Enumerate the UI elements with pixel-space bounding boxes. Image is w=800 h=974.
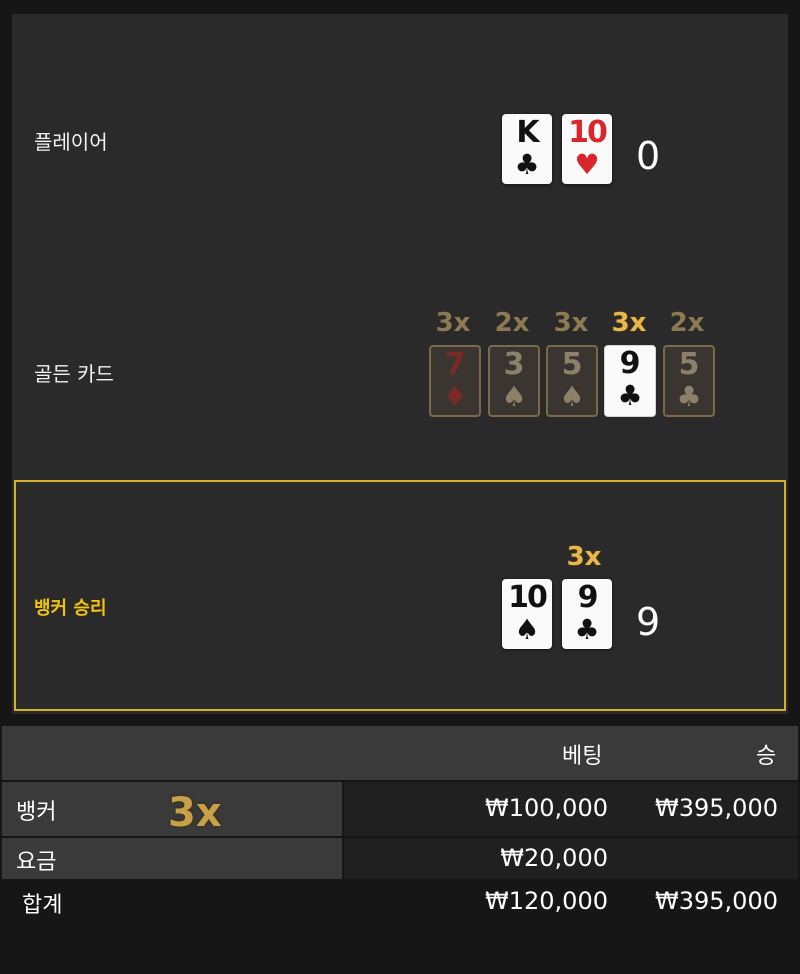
golden-multiplier: 2x: [494, 308, 530, 338]
club-icon: ♣: [514, 148, 540, 181]
table-row: 요금 ₩20,000: [2, 838, 798, 879]
spade-icon: ♠: [501, 380, 527, 413]
total-label: 합계: [22, 893, 63, 918]
card-rank: 5: [678, 347, 700, 382]
heart-icon: ♥: [574, 148, 600, 181]
bet-column-header: 베팅: [562, 744, 603, 769]
table-total-row: 합계 ₩120,000 ₩395,000: [2, 881, 798, 925]
game-result-screen: 플레이어 K ♣ 10 ♥ 0 골든 카드 3x 2x 3x 3x 2x 7 ♦…: [0, 0, 800, 974]
player-card-2: 10 ♥: [562, 114, 612, 184]
banker-win-label: 뱅커 승리: [34, 598, 107, 619]
card-rank: 3: [503, 347, 525, 382]
row-bet: ₩20,000: [500, 844, 608, 872]
player-label: 플레이어: [34, 130, 108, 154]
golden-card-4-active: 9 ♣: [604, 345, 656, 417]
row-label: 요금: [16, 850, 57, 875]
card-rank: K: [516, 115, 539, 150]
golden-cards-label: 골든 카드: [34, 362, 114, 386]
card-rank: 7: [444, 347, 466, 382]
golden-multiplier: 3x: [435, 308, 471, 338]
banker-card-1: 10 ♠: [502, 579, 552, 649]
card-rank: 9: [577, 580, 599, 615]
banker-score: 9: [636, 600, 661, 644]
total-win: ₩395,000: [655, 887, 778, 915]
total-bet: ₩120,000: [485, 887, 608, 915]
banker-multiplier: 3x: [566, 542, 602, 572]
club-icon: ♣: [574, 613, 600, 646]
spade-icon: ♠: [559, 380, 585, 413]
card-rank: 10: [568, 115, 608, 150]
results-table-header: 베팅 승: [2, 726, 798, 780]
card-rank: 5: [561, 347, 583, 382]
row-bet: ₩100,000: [485, 794, 608, 822]
win-column-header: 승: [756, 744, 777, 769]
table-row: 뱅커 3x ₩100,000 ₩395,000: [2, 782, 798, 836]
golden-card-1: 7 ♦: [429, 345, 481, 417]
club-icon: ♣: [676, 380, 702, 413]
spade-icon: ♠: [514, 613, 540, 646]
golden-multiplier: 2x: [669, 308, 705, 338]
row-label: 뱅커: [16, 800, 57, 825]
card-rank: 10: [508, 580, 548, 615]
player-card-1: K ♣: [502, 114, 552, 184]
golden-multiplier: 3x: [553, 308, 589, 338]
golden-card-2: 3 ♠: [488, 345, 540, 417]
golden-card-5: 5 ♣: [663, 345, 715, 417]
golden-multiplier-active: 3x: [611, 308, 647, 338]
banker-card-2: 9 ♣: [562, 579, 612, 649]
player-score: 0: [636, 134, 661, 178]
banker-win-highlight: [14, 480, 786, 711]
golden-card-3: 5 ♠: [546, 345, 598, 417]
card-rank: 9: [619, 346, 641, 381]
club-icon: ♣: [617, 379, 643, 412]
diamond-icon: ♦: [442, 380, 468, 413]
row-multiplier: 3x: [168, 790, 222, 836]
row-win: ₩395,000: [655, 794, 778, 822]
